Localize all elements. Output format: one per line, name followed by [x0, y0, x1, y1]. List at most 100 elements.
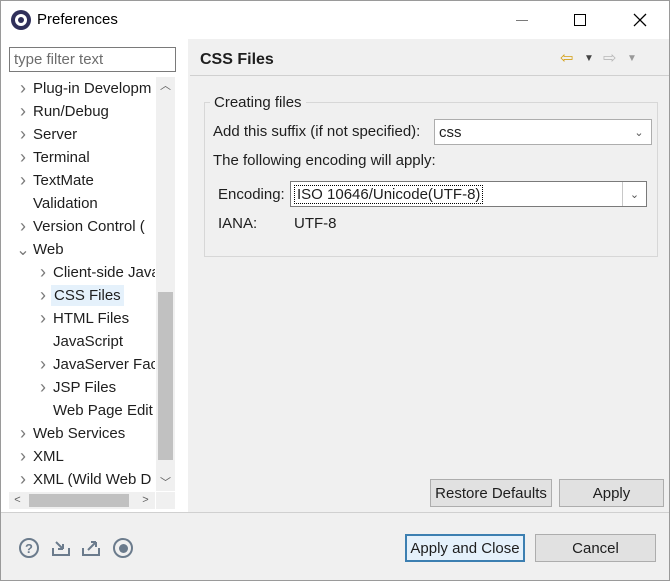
tree-item-label: TextMate: [33, 172, 94, 189]
close-button[interactable]: [611, 1, 669, 39]
tree-item[interactable]: › JSP Files: [35, 376, 118, 399]
chevron-right-icon[interactable]: ›: [15, 78, 31, 99]
tree-item-label: Run/Debug: [33, 103, 109, 120]
cancel-button[interactable]: Cancel: [535, 534, 656, 562]
title-separator: [190, 75, 669, 76]
eclipse-app-icon: [11, 10, 31, 30]
tree-item[interactable]: › TextMate: [15, 169, 96, 192]
chevron-right-icon[interactable]: ›: [35, 377, 51, 398]
scrollbar-thumb[interactable]: [29, 494, 129, 507]
chevron-down-icon[interactable]: ⌄: [15, 240, 31, 260]
tree-item[interactable]: › Version Control (: [15, 215, 147, 238]
record-icon[interactable]: [113, 538, 133, 558]
iana-label: IANA:: [218, 215, 258, 232]
tree-item[interactable]: › XML: [15, 445, 66, 468]
maximize-icon: [574, 14, 586, 26]
chevron-right-icon[interactable]: ›: [35, 262, 51, 283]
preferences-sidebar: ›Plug-in Developm›Run/Debug›Server›Termi…: [1, 39, 188, 512]
help-icon[interactable]: ?: [19, 538, 39, 558]
tree-item-label: JavaServer Face: [53, 356, 155, 373]
import-icon-graphic: [52, 541, 70, 556]
chevron-right-icon[interactable]: ›: [15, 147, 31, 168]
scroll-up-icon[interactable]: ︿: [156, 77, 175, 94]
tree-item[interactable]: › Client-side Java: [35, 261, 155, 284]
tree-item[interactable]: Web Page Edit: [35, 399, 155, 422]
title-bar: Preferences: [1, 1, 669, 39]
tree-item-label: Validation: [33, 195, 98, 212]
scroll-left-icon[interactable]: <: [9, 492, 26, 509]
encoding-value: ISO 10646/Unicode(UTF-8): [293, 184, 484, 204]
preferences-tree: › Plug-in Developm › Run/Debug › Server › Termi…: [9, 77, 155, 491]
chevron-right-icon[interactable]: ›: [15, 216, 31, 237]
export-icon[interactable]: [81, 538, 101, 558]
tree-item-label: JavaScript: [53, 333, 124, 350]
tree-horizontal-scrollbar[interactable]: < >: [9, 492, 155, 509]
forward-arrow-icon[interactable]: ⇨: [603, 49, 616, 67]
import-icon[interactable]: [51, 538, 71, 558]
scrollbar-thumb[interactable]: [158, 292, 173, 460]
tree-item[interactable]: ›JavaServer Face: [35, 353, 155, 376]
tree-item-label: Terminal: [33, 149, 90, 166]
tree-item-label: Client-side Java: [53, 264, 155, 281]
record-dot: [118, 543, 128, 553]
tree-item-label: Version Control (: [33, 218, 145, 235]
iana-value: UTF-8: [294, 215, 337, 232]
encoding-combo[interactable]: ISO 10646/Unicode(UTF-8) ⌄: [290, 181, 647, 207]
forward-history-dropdown-icon[interactable]: ▼: [627, 49, 637, 67]
chevron-right-icon[interactable]: ›: [15, 446, 31, 467]
maximize-button[interactable]: [551, 1, 609, 39]
suffix-combo[interactable]: css ⌄: [434, 119, 652, 145]
suffix-label: Add this suffix (if not specified):: [213, 123, 421, 140]
chevron-right-icon[interactable]: ›: [15, 469, 31, 490]
tree-vertical-scrollbar[interactable]: ︿ ﹀: [156, 77, 175, 491]
close-icon: [633, 13, 647, 27]
chevron-right-icon[interactable]: ›: [15, 101, 31, 122]
minimize-button[interactable]: [493, 1, 551, 39]
scroll-right-icon[interactable]: >: [137, 492, 154, 509]
tree-item[interactable]: › Plug-in Developm: [15, 77, 153, 100]
tree-item[interactable]: › Server: [15, 123, 79, 146]
chevron-right-icon[interactable]: ›: [35, 285, 51, 306]
back-history-dropdown-icon[interactable]: ▼: [584, 49, 594, 67]
tree-item[interactable]: Validation: [15, 192, 100, 215]
apply-and-close-button[interactable]: Apply and Close: [405, 534, 525, 562]
scroll-down-icon[interactable]: ﹀: [156, 474, 175, 491]
chevron-down-icon[interactable]: ⌄: [627, 120, 651, 144]
chevron-right-icon[interactable]: ›: [35, 308, 51, 329]
tree-item[interactable]: › HTML Files: [35, 307, 131, 330]
chevron-right-icon[interactable]: ›: [15, 124, 31, 145]
tree-item[interactable]: JavaScript: [35, 330, 125, 353]
tree-item[interactable]: › CSS Files: [35, 284, 124, 307]
tree-item-label: HTML Files: [53, 310, 130, 327]
window-title: Preferences: [37, 11, 118, 28]
tree-item-label: Web Page Edit: [53, 402, 153, 419]
scrollbar-corner: [156, 492, 175, 509]
preferences-window: Preferences ›Plug-in Developm›Run/Debug›…: [0, 0, 670, 581]
encoding-note: The following encoding will apply:: [213, 152, 436, 169]
restore-defaults-button[interactable]: Restore Defaults: [430, 479, 552, 507]
chevron-right-icon[interactable]: ›: [15, 170, 31, 191]
tree-item-label: Web: [33, 241, 64, 258]
tree-item[interactable]: › XML (Wild Web D: [15, 468, 153, 491]
tree-item-label: JSP Files: [53, 379, 117, 396]
tree-item-label: Plug-in Developm: [33, 80, 152, 97]
page-title: CSS Files: [200, 51, 274, 68]
minimize-icon: [516, 19, 528, 21]
tree-item[interactable]: › Run/Debug: [15, 100, 111, 123]
encoding-label: Encoding:: [218, 186, 285, 203]
tree-item-label: CSS Files: [51, 285, 124, 306]
apply-button[interactable]: Apply: [559, 479, 664, 507]
tree-item[interactable]: ⌄ Web: [15, 238, 66, 261]
chevron-right-icon[interactable]: ›: [15, 423, 31, 444]
filter-input[interactable]: [9, 47, 176, 72]
tree-item-label: Web Services: [33, 425, 126, 442]
back-arrow-icon[interactable]: ⇦: [560, 49, 573, 67]
tree-item[interactable]: › Terminal: [15, 146, 92, 169]
chevron-right-icon[interactable]: ›: [35, 354, 51, 375]
chevron-down-icon[interactable]: ⌄: [622, 182, 646, 206]
preference-page: CSS Files ⇦ ▼ ⇨ ▼ Creating files Add thi…: [190, 39, 669, 512]
tree-item[interactable]: › Web Services: [15, 422, 127, 445]
tree-item-label: XML (Wild Web D: [33, 471, 152, 488]
tree-item-label: Server: [33, 126, 78, 143]
export-icon-graphic: [82, 541, 100, 556]
